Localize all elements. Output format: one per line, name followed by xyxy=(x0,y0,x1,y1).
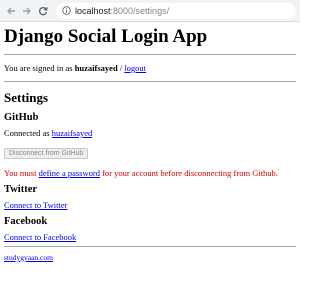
page-title: Django Social Login App xyxy=(4,26,208,47)
signed-in-status: You are signed in as huzaifsayed / logou… xyxy=(4,63,296,73)
connect-twitter-link[interactable]: Connect to Twitter xyxy=(4,200,67,210)
browser-toolbar: localhost:8000/settings/ xyxy=(0,0,300,22)
forward-arrow-icon[interactable] xyxy=(20,4,34,18)
facebook-heading: Facebook xyxy=(4,216,48,227)
url-host: localhost xyxy=(75,5,111,16)
divider xyxy=(4,81,296,82)
disconnect-github-button[interactable]: Disconnect from GitHub xyxy=(4,148,89,159)
signed-in-username: huzaifsayed xyxy=(74,63,118,73)
github-connected-text: Connected as huzaifsayed xyxy=(4,128,296,138)
settings-heading: Settings xyxy=(4,90,49,105)
divider xyxy=(4,54,296,55)
url-path: :8000/settings/ xyxy=(110,5,170,16)
reload-icon[interactable] xyxy=(36,4,50,18)
github-warning: You must define a password for your acco… xyxy=(4,168,296,178)
info-icon[interactable] xyxy=(62,6,71,15)
github-heading: GitHub xyxy=(4,112,39,123)
twitter-heading: Twitter xyxy=(4,184,38,195)
warning-suffix: for your account before disconnecting fr… xyxy=(102,168,278,178)
footer-link[interactable]: studygyaan.com xyxy=(4,253,53,262)
back-arrow-icon[interactable] xyxy=(4,4,18,18)
separator: / xyxy=(119,63,123,73)
connect-facebook-link[interactable]: Connect to Facebook xyxy=(4,232,76,242)
page-content: Django Social Login App You are signed i… xyxy=(0,26,300,262)
warning-prefix: You must xyxy=(4,168,37,178)
connected-prefix: Connected as xyxy=(4,128,50,138)
divider xyxy=(4,246,296,247)
logout-link[interactable]: logout xyxy=(124,63,146,73)
github-user-link[interactable]: huzaifsayed xyxy=(52,128,93,138)
define-password-link[interactable]: define a password xyxy=(39,168,100,178)
address-bar[interactable]: localhost:8000/settings/ xyxy=(56,2,296,19)
signed-in-prefix: You are signed in as xyxy=(4,63,73,73)
